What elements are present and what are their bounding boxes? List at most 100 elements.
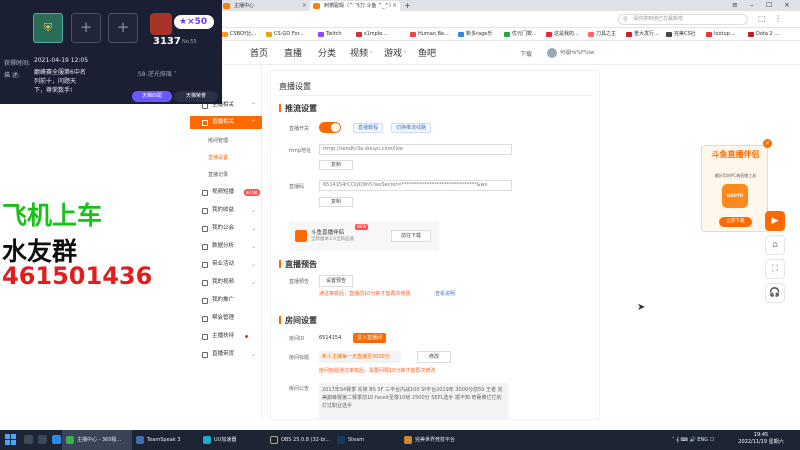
user-menu[interactable]: 何福Hs%F%iw [547,47,594,59]
taskbar-app-obs[interactable]: OBS 25.0.8 (32-bi... [266,430,331,450]
sidebar-item-promotion[interactable]: 我的推广 [190,294,262,307]
close-tab-icon[interactable]: × [302,1,307,11]
new-tab-icon[interactable]: + [404,0,411,11]
headset-icon[interactable]: 🎧 [765,283,785,303]
notification-dot [245,335,248,338]
promotion-icon [202,298,208,304]
fullscreen-icon[interactable]: ⛶ [765,259,785,279]
bookmark-item[interactable]: 重大发行... [626,28,659,41]
copy-code-button[interactable]: 复制 [319,197,353,207]
nav-games[interactable]: 游戏 ˅ [384,46,407,59]
nav-home[interactable]: 首页 [250,46,268,59]
extension-icon[interactable]: ⬚ [758,14,766,23]
companion-ad: 斗鱼直播伴侣 最好用的PC端直播工具 立即下载 [701,145,768,232]
sidebar-item-analytics[interactable]: 数据分析 ⌄ [190,240,262,253]
set-notice-button[interactable]: 设置预告 [319,275,353,287]
search-icon[interactable] [24,435,33,444]
close-ad-icon[interactable]: × [763,139,772,148]
explorer-icon[interactable] [52,435,61,444]
sidebar-sub-room[interactable]: 房间管理 [190,135,262,147]
enter-room-button[interactable]: 进入直播间 [353,333,387,343]
ad-download-button[interactable]: 立即下载 [719,217,752,227]
sidebar-item-my-videos[interactable]: 我的视频 ⌄ [190,276,262,289]
browser-search-input[interactable]: 请你搜到他已在最新啦 [618,14,748,25]
notice-help-link[interactable]: 查看说明 [435,290,455,297]
bookmark-item[interactable]: 完美CS社 [666,28,696,41]
companion-app-icon [295,230,307,242]
ladder-honor-button[interactable]: 天梯荣誉 [174,91,218,102]
maximize-icon[interactable]: ☐ [766,0,772,11]
description-line: 列前十，问题天 [34,78,77,85]
play-icon[interactable]: ▶ [765,211,785,231]
taskbar-app-steam[interactable]: Steam [333,430,398,450]
bookmark-item[interactable]: 这是我的... [546,28,579,41]
download-link[interactable]: 下载 [520,49,532,58]
promo-subtitle: 全新版本3.0全新品质 [311,237,355,242]
clock-time: 19:45 [753,432,769,438]
taskbar-app-teamspeak[interactable]: TeamSpeak 3 [132,430,197,450]
copy-rtmp-button[interactable]: 复制 [319,160,353,170]
empty-badge-slot[interactable]: + [71,13,101,43]
nav-live[interactable]: 直播 [284,46,302,59]
bookmark-item[interactable]: CS:GO For... [266,28,304,41]
close-window-icon[interactable]: × [784,0,790,11]
sidebar-item-video[interactable]: 视频短播 新功能 [190,186,262,199]
ladder-match-button[interactable]: 天梯匹配 [132,91,172,102]
rtmp-field[interactable]: rtmp://sendtc3a.douyu.com/live [319,144,512,155]
sidebar-item-events[interactable]: 带业活动 ⌄ [190,258,262,271]
browser-tab[interactable]: 主播中心 × [220,1,310,11]
bookmark-item[interactable]: lootup... [706,28,735,41]
clock[interactable]: 19:45 2022/11/19 星期六 [736,432,786,446]
stream-code-field[interactable]: 6514154rCCkJO9h5?wsSecret=**************… [319,180,512,191]
bookmark-item[interactable]: 新多rage乐 [458,28,492,41]
sidebar-sub-settings[interactable]: 直播设置 [190,152,262,164]
tutorial-button[interactable]: 直播教程 [353,123,384,133]
bookmark-item[interactable]: CSBOY比... [222,28,257,41]
sidebar-item-support[interactable]: 主播扶持 [190,330,262,343]
sidebar-sub-records[interactable]: 直播记录 [190,169,262,181]
nav-video[interactable]: 视频 ˅ [350,46,373,59]
settings-icon[interactable]: ⋮ [774,14,782,23]
date-value: 2021-04-19 12:05 [34,57,89,64]
nav-category[interactable]: 分类 [318,46,336,59]
system-tray[interactable]: ˄ 𝄞 ⌨ 🔊 ENG ☐ [672,430,714,450]
close-tab-icon[interactable]: × [392,1,397,11]
chevron-up-icon: ⌃ [250,102,256,109]
menu-icon[interactable]: ≡ [732,0,738,11]
switch-line-button[interactable]: 切换推流线路 [391,123,432,133]
badge-slot[interactable]: ⛨ [33,13,63,43]
bookmark-item[interactable]: 刀具之主 [588,28,616,41]
bookmark-item[interactable]: Dota 2 ... [748,28,779,41]
bookmark-item[interactable]: Twitch [318,28,342,41]
promo-download-button[interactable]: 前往下载 [391,230,431,242]
sidebar-item-income[interactable]: 我的收益 ⌄ [190,204,262,217]
sidebar-item-live[interactable]: 直播相关 ⌃ [190,116,262,129]
browser-tab-active[interactable]: 刺猬驱瑕（^ 飞刀 斗鱼 ^_^） × [310,1,400,11]
season-selector[interactable]: S8-逆光探璃 ˅ [138,69,177,78]
room-title-field[interactable]: 新人主播每一天直播至3000分 [319,351,401,363]
task-view-icon[interactable] [38,435,47,444]
rtmp-label: rtmp地址 [289,148,312,154]
sidebar-item-guild[interactable]: 我的公会 ⌄ [190,222,262,235]
windows-start-icon[interactable] [5,434,17,446]
taskbar-app-browser[interactable]: 主播中心 - 360极... [62,430,132,450]
bookmark-item[interactable]: s1mple... [356,28,387,41]
minimize-icon[interactable]: – [750,0,754,11]
taskbar-app-perfect-world[interactable]: 完美世界竞技平台 [400,430,472,450]
live-toggle[interactable] [319,122,341,133]
nav-fishbar[interactable]: 鱼吧 [418,46,436,59]
wallet-icon [202,208,208,214]
sidebar-item-clan[interactable]: 帮会管理 [190,312,262,325]
obs-icon [270,436,278,444]
taskbar-app-uu[interactable]: UU加速器 [199,430,264,450]
bookmark-item[interactable]: 优元门数... [504,28,537,41]
bookmark-item[interactable]: Human Be... [410,28,449,41]
chevron-down-icon: ⌄ [250,207,256,214]
sidebar-item-commerce[interactable]: 直播带货 ⌄ [190,348,262,361]
overlay-text-line3: 461501436 [2,262,153,290]
empty-badge-slot[interactable]: + [108,13,138,43]
modify-title-button[interactable]: 修改 [417,351,451,363]
announcement-text[interactable]: 2017年S4赛季 先锋 BS SF 三平台内战100 Sf平台2019年 30… [319,383,509,419]
home-icon[interactable]: ⌂ [765,235,785,255]
browser-tab-bar: 主播中心 × 刺猬驱瑕（^ 飞刀 斗鱼 ^_^） × + ≡ – ☐ × [190,0,800,11]
